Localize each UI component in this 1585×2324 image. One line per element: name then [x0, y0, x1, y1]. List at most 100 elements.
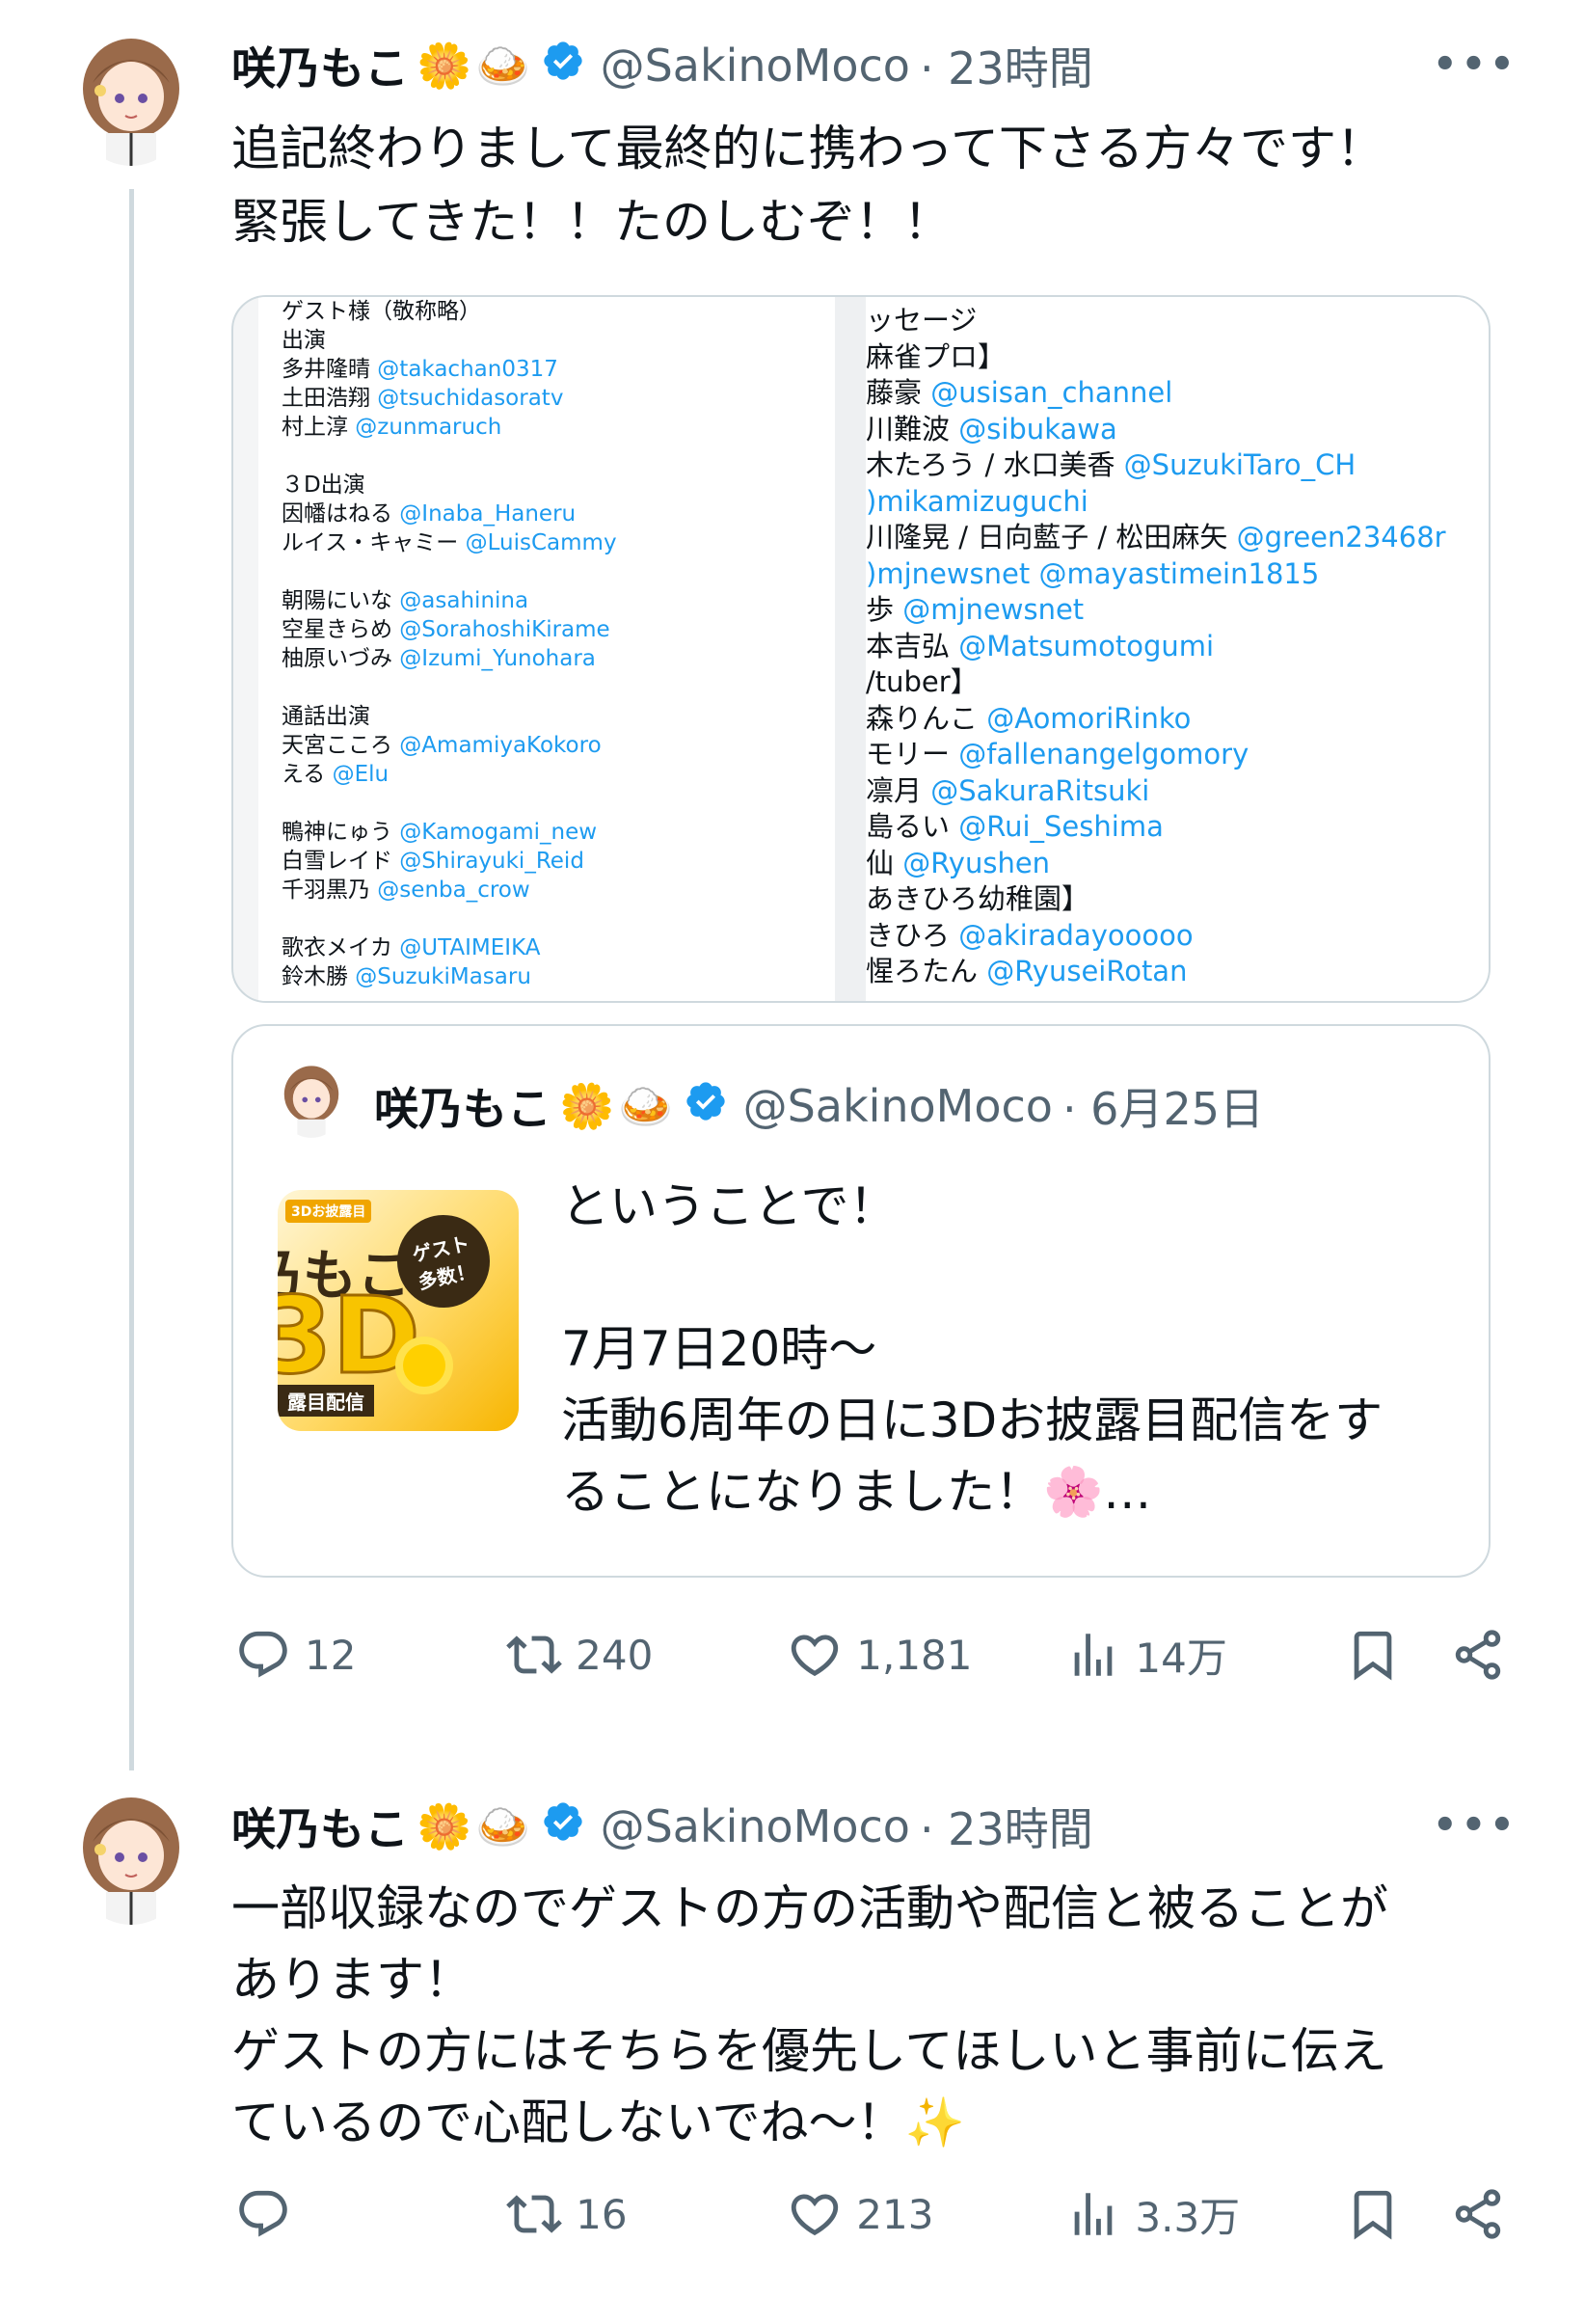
- guest-handle: @UTAIMEIKA: [392, 935, 541, 960]
- views-button[interactable]: 3.3万: [1065, 2185, 1344, 2244]
- tweet-actions: 12 240 1,181 14万: [235, 1626, 1508, 1684]
- guest-handle: @AmamiyaKokoro: [392, 733, 602, 758]
- bookmark-button[interactable]: [1345, 1627, 1451, 1683]
- guest-name: ッセージ: [866, 304, 978, 337]
- quoted-avatar[interactable]: [278, 1063, 345, 1138]
- views-button[interactable]: 14万: [1065, 1626, 1344, 1685]
- like-count: 213: [856, 2190, 934, 2238]
- curry-emoji: 🍛: [475, 1799, 531, 1852]
- guest-handle: )mjnewsnet @mayastimein1815: [866, 556, 1320, 590]
- reply-button[interactable]: [235, 2186, 506, 2242]
- guest-list-line: 森りんこ @AomoriRinko: [866, 701, 1267, 738]
- tweet-header: 咲乃もこ 🌼 🍛 @SakinoMoco · 23時間: [231, 1796, 1093, 1857]
- reply-icon: [239, 1631, 287, 1678]
- guest-handle: @usisan_channel: [922, 376, 1173, 409]
- flower-emoji: 🌼: [559, 1079, 615, 1132]
- guest-list-line: モリー @fallenangelgomory: [866, 737, 1267, 773]
- guest-handle: @AomoriRinko: [978, 701, 1192, 735]
- flower-emoji: 🌼: [416, 1799, 472, 1852]
- guest-handle: @Izumi_Yunohara: [392, 646, 596, 671]
- like-count: 1,181: [856, 1631, 973, 1679]
- guest-name: 歌衣メイカ: [282, 935, 392, 960]
- guest-handle: @Kamogami_new: [392, 820, 598, 845]
- guest-name: /tuber】: [866, 665, 979, 698]
- guest-name: 仙: [866, 846, 895, 879]
- quoted-timestamp: · 6月25日: [1061, 1083, 1264, 1135]
- guest-name: 多井隆晴: [282, 357, 370, 382]
- guest-name: 因幡はねる: [282, 501, 392, 527]
- quoted-tweet[interactable]: 咲乃もこ 🌼 🍛 @SakinoMoco · 6月25日 3Dお披露目 乃もこ …: [231, 1024, 1491, 1578]
- verified-badge-icon: [684, 1079, 728, 1134]
- handle[interactable]: @SakinoMoco: [601, 1800, 910, 1852]
- guest-list-line: 川難波 @sibukawa: [866, 412, 1267, 448]
- views-count: 14万: [1135, 1634, 1227, 1682]
- handle[interactable]: @SakinoMoco: [601, 40, 910, 92]
- more-icon[interactable]: •••: [1433, 1803, 1518, 1848]
- display-name[interactable]: 咲乃もこ: [231, 34, 409, 97]
- guest-list-line: )mjnewsnet @mayastimein1815: [866, 556, 1319, 593]
- quoted-thumbnail-image: 3Dお披露目 乃もこ 3D ゲスト 多数！ 露目配信: [278, 1190, 519, 1431]
- avatar[interactable]: [71, 1792, 191, 1925]
- guest-name: 鈴木勝: [282, 964, 348, 989]
- share-icon: [1455, 1630, 1501, 1680]
- avatar[interactable]: [71, 33, 191, 166]
- guest-list-line: 島るい @Rui_Seshima: [866, 809, 1267, 846]
- guest-name: 川隆晃 / 日向藍子 / 松田麻矢: [866, 521, 1228, 554]
- bookmark-icon: [1354, 1631, 1391, 1681]
- bookmark-button[interactable]: [1345, 2186, 1451, 2242]
- display-name[interactable]: 咲乃もこ: [231, 1795, 409, 1858]
- guest-name: ３D出演: [282, 473, 365, 498]
- guest-name: モリー: [866, 738, 951, 770]
- guest-handle: @mjnewsnet: [894, 593, 1085, 626]
- guest-handle: )mikamizuguchi: [866, 484, 1088, 518]
- like-button[interactable]: 213: [787, 2186, 1065, 2242]
- views-count: 3.3万: [1135, 2193, 1241, 2241]
- guest-list-line: 凛月 @SakuraRitsuki: [866, 773, 1267, 810]
- guest-name: 木たろう / 水口美香: [866, 448, 1115, 481]
- share-button[interactable]: [1450, 1627, 1508, 1683]
- guest-handle: @sibukawa: [950, 412, 1117, 446]
- retweet-count: 240: [576, 1631, 654, 1679]
- guest-handle: @akiradayooooo: [950, 918, 1194, 952]
- guest-name: 白雪レイド: [282, 849, 392, 874]
- timestamp[interactable]: · 23時間: [920, 1795, 1093, 1858]
- like-button[interactable]: 1,181: [787, 1627, 1065, 1683]
- quoted-header: 咲乃もこ 🌼 🍛 @SakinoMoco · 6月25日: [374, 1074, 1264, 1138]
- guest-handle: @Inaba_Haneru: [392, 501, 577, 527]
- reply-button[interactable]: 12: [235, 1627, 506, 1683]
- tweet-media-image[interactable]: ゲスト様（敬称略） 出演 多井隆晴 @takachan0317 土田浩翔 @tsuch…: [231, 295, 1491, 1003]
- like-icon: [792, 2194, 839, 2236]
- guest-name: 空星きらめ: [282, 617, 392, 642]
- guest-name: 天宮こころ: [282, 733, 392, 758]
- guest-name: 島るい: [866, 810, 951, 843]
- guest-list-line: 歩 @mjnewsnet: [866, 592, 1267, 629]
- guest-handle: @Elu: [325, 762, 390, 787]
- guest-list-line: 惺ろたん @RyuseiRotan: [866, 954, 1267, 990]
- guest-handle: @fallenangelgomory: [950, 738, 1249, 770]
- guest-name: 土田浩翔: [282, 386, 370, 411]
- guest-handle: @SuzukiTaro_CH: [1115, 448, 1357, 481]
- guest-handle: @asahinina: [392, 588, 529, 613]
- guest-handle: @green23468r: [1227, 521, 1446, 554]
- guest-handle: @SorahoshiKirame: [392, 617, 610, 642]
- retweet-count: 16: [576, 2190, 628, 2238]
- retweet-button[interactable]: 240: [506, 1627, 787, 1683]
- guest-handle: @tsuchidasoratv: [370, 386, 564, 411]
- guest-handle: @zunmaruch: [348, 415, 502, 440]
- timestamp[interactable]: · 23時間: [920, 34, 1093, 97]
- guest-name: ルイス・キャミー: [282, 530, 459, 555]
- retweet-button[interactable]: 16: [506, 2186, 787, 2242]
- thumb-top-label: 3Dお披露目: [285, 1200, 372, 1223]
- like-icon: [792, 1635, 839, 1677]
- curry-emoji: 🍛: [475, 39, 531, 92]
- quoted-display-name: 咲乃もこ: [374, 1083, 551, 1135]
- guest-name: 惺ろたん: [866, 955, 979, 987]
- share-button[interactable]: [1450, 2186, 1508, 2242]
- verified-badge-icon: [541, 39, 585, 94]
- verified-badge-icon: [541, 1799, 585, 1854]
- more-icon[interactable]: •••: [1433, 42, 1518, 87]
- guest-list-line: 本吉弘 @Matsumotogumi: [866, 629, 1267, 665]
- guest-name: 村上淳: [282, 415, 348, 440]
- guest-list-line: 川隆晃 / 日向藍子 / 松田麻矢 @green23468r: [866, 520, 1446, 556]
- guest-handle: @SakuraRitsuki: [922, 773, 1150, 807]
